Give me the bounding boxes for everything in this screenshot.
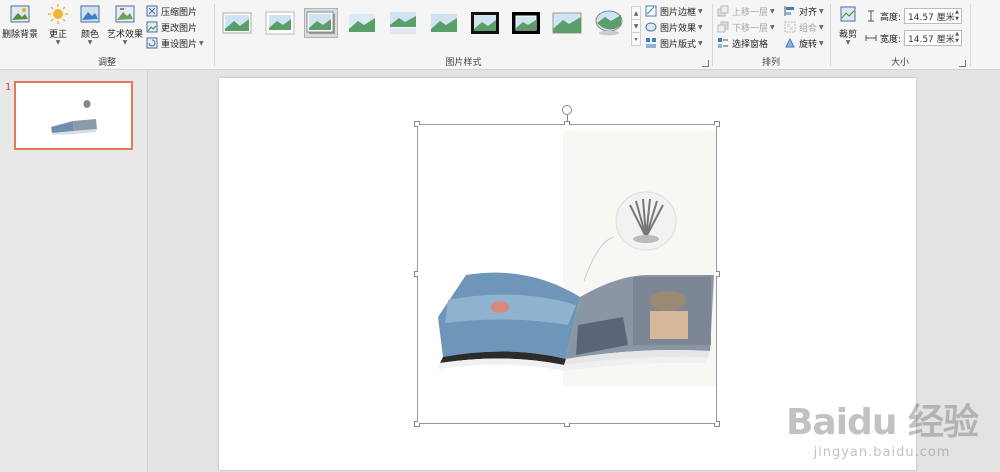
chevron-down-icon: ▼ [199, 39, 204, 47]
watermark-url: jingyan.baidu.com [813, 445, 951, 460]
send-backward-label: 下移一层 [732, 23, 769, 34]
align-button[interactable]: 对齐 ▼ [784, 3, 824, 19]
height-input[interactable]: 14.57 厘米 ▲ ▼ [904, 8, 962, 24]
bring-forward-button[interactable]: 上移一层 ▼ [717, 3, 775, 19]
send-backward-button[interactable]: 下移一层 ▼ [717, 19, 775, 35]
rotate-handle-icon[interactable] [562, 105, 572, 115]
width-value: 14.57 厘米 [908, 34, 955, 45]
arrange-group-label: 排列 [761, 58, 780, 68]
send-backward-icon [717, 21, 729, 33]
reset-picture-button[interactable]: 重设图片 ▼ [146, 35, 204, 51]
remove-background-button[interactable]: 删除背景 [2, 3, 38, 40]
width-input[interactable]: 14.57 厘米 ▲ ▼ [904, 30, 962, 46]
group-icon [784, 21, 796, 33]
chevron-down-icon: ▼ [819, 39, 824, 47]
artistic-effects-button[interactable]: 艺术效果 ▼ [106, 3, 144, 46]
group-button[interactable]: 组合 ▼ [784, 19, 824, 35]
chevron-down-icon: ▼ [819, 23, 824, 31]
height-value: 14.57 厘米 [908, 12, 955, 23]
selection-pane-icon [718, 38, 728, 48]
dialog-launcher-icon[interactable] [702, 60, 709, 67]
bring-forward-label: 上移一层 [732, 7, 769, 18]
crop-icon [840, 6, 856, 22]
group-label: 组合 [799, 23, 818, 34]
spinner-icon[interactable]: ▲ ▼ [955, 31, 959, 45]
watermark: Baidu 经验 jingyan.baidu.com [785, 393, 979, 460]
adjust-group-label: 调整 [97, 58, 116, 68]
chevron-down-icon: ▼ [845, 39, 851, 46]
divider [970, 4, 971, 66]
align-label: 对齐 [799, 7, 818, 18]
align-icon [784, 6, 794, 16]
change-picture-button[interactable]: 更改图片 [146, 19, 197, 35]
change-picture-label: 更改图片 [161, 23, 198, 34]
color-picture-icon [80, 5, 100, 23]
width-control: 宽度: [865, 30, 901, 46]
chevron-down-icon: ▼ [770, 23, 775, 31]
spinner-icon[interactable]: ▲ ▼ [955, 9, 959, 23]
dialog-launcher-icon[interactable] [959, 60, 966, 67]
height-control: 高度: [865, 8, 901, 24]
width-icon [865, 35, 877, 41]
slide-thumbnail[interactable] [14, 81, 133, 150]
compress-pictures-button[interactable]: 压缩图片 [146, 3, 197, 19]
size-group: 裁剪 ▼ 高度: 14.57 厘米 ▲ ▼ 宽度: 14.57 厘米 ▲ ▼ 大小 [831, 0, 969, 70]
arrange-group: 上移一层 ▼ 下移一层 ▼ 选择窗格 对齐 ▼ 组合 ▼ 旋转 ▼ 排列 [713, 0, 829, 70]
sun-icon [48, 4, 68, 24]
selection-pane-label: 选择窗格 [732, 39, 769, 50]
reset-picture-icon [146, 37, 158, 49]
slide-thumbnail-image [51, 100, 97, 135]
selection-pane-button[interactable]: 选择窗格 [717, 35, 768, 51]
height-icon [868, 10, 874, 22]
remove-background-icon [10, 5, 30, 23]
rotate-icon [785, 37, 795, 48]
chevron-down-icon: ▼ [819, 7, 824, 15]
chevron-down-icon: ▼ [770, 7, 775, 15]
rotate-button[interactable]: 旋转 ▼ [784, 35, 824, 51]
watermark-logo: Baidu 经验 [785, 402, 979, 443]
corrections-button[interactable]: 更正 ▼ [44, 3, 72, 46]
ribbon: 删除背景 更正 ▼ 颜色 ▼ 艺术效果 ▼ 压缩图片 更改图片 重设图片 ▼ 调… [0, 0, 1000, 70]
reset-picture-label: 重设图片 [161, 39, 198, 50]
chevron-down-icon: ▼ [122, 39, 128, 46]
height-label: 高度: [880, 12, 902, 23]
artistic-effects-icon [115, 5, 135, 23]
slide-number: 1 [5, 82, 12, 93]
chevron-down-icon: ▼ [55, 39, 61, 46]
size-group-label: 大小 [890, 58, 909, 68]
chevron-down-icon: ▼ [87, 39, 93, 46]
remove-background-label: 删除背景 [2, 30, 39, 40]
picture-styles-group: 图片样式 [215, 0, 712, 70]
bring-forward-icon [717, 5, 729, 17]
color-button[interactable]: 颜色 ▼ [76, 3, 104, 46]
width-label: 宽度: [880, 34, 902, 45]
compress-icon [146, 5, 158, 17]
picture-styles-group-label: 图片样式 [445, 58, 482, 68]
slide-thumbnail-pane: 1 [0, 70, 148, 472]
change-picture-icon [146, 21, 158, 33]
rotate-label: 旋转 [799, 39, 818, 50]
selected-picture[interactable] [414, 105, 720, 427]
crop-button[interactable]: 裁剪 ▼ [835, 3, 861, 46]
adjust-group: 删除背景 更正 ▼ 颜色 ▼ 艺术效果 ▼ 压缩图片 更改图片 重设图片 ▼ 调… [0, 0, 214, 70]
photo-book-image [418, 125, 716, 423]
compress-label: 压缩图片 [161, 7, 198, 18]
